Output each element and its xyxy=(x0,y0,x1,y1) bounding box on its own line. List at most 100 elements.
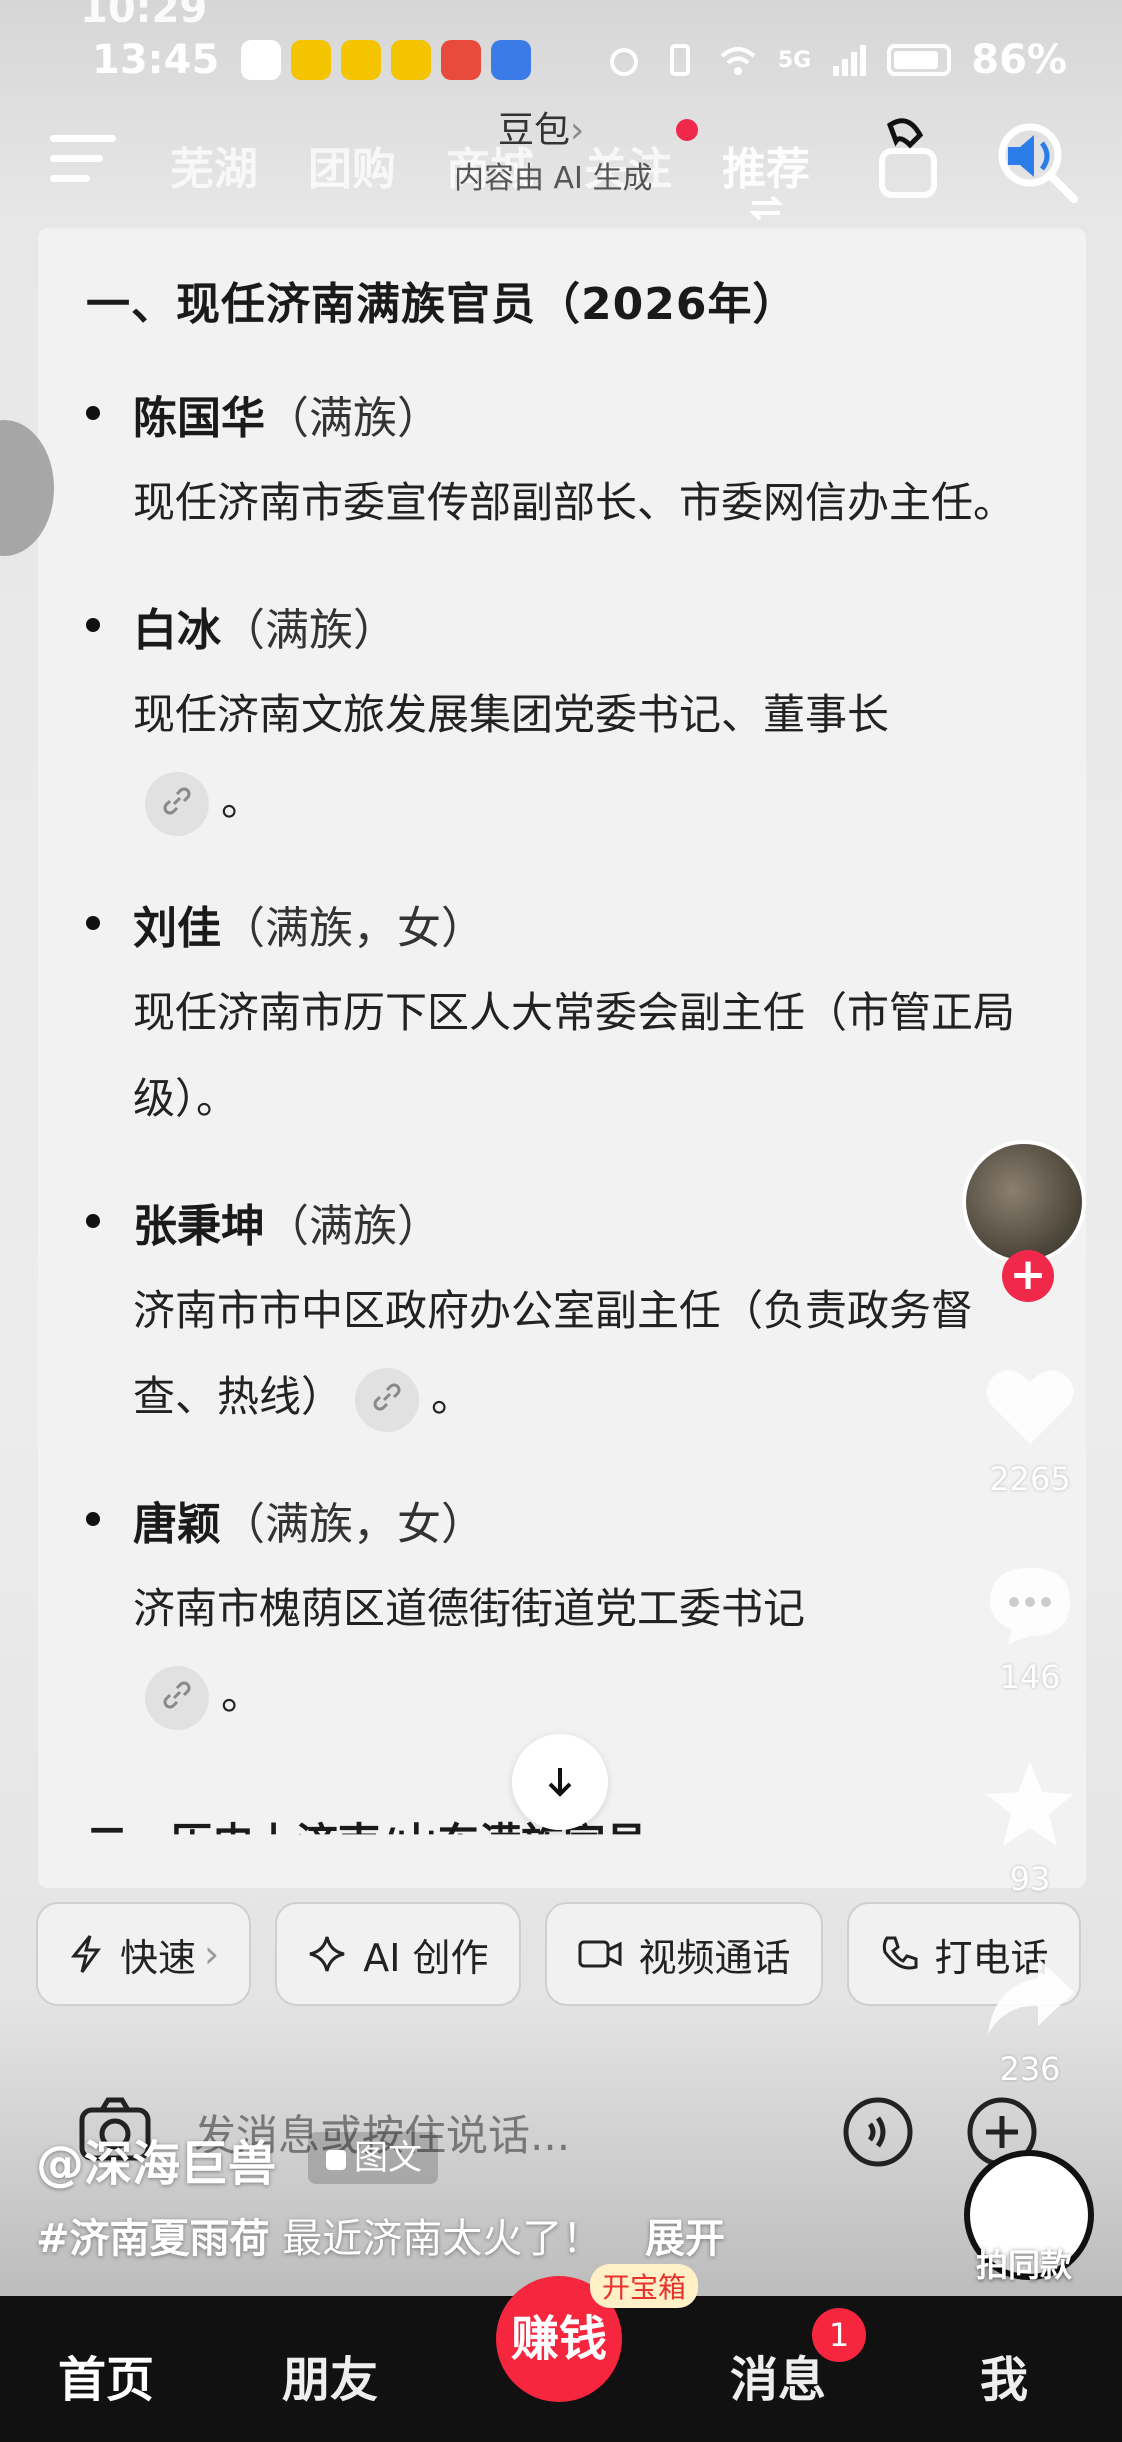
assistant-title[interactable]: 豆包› xyxy=(498,101,584,153)
chip-label: 视频通话 xyxy=(638,1935,791,1980)
tab-recommend[interactable]: 推荐 xyxy=(722,133,810,197)
phone-icon xyxy=(882,1936,918,1970)
sparkle-icon xyxy=(309,1936,345,1972)
like-button[interactable]: 2265 xyxy=(960,1362,1100,1498)
wifi-icon xyxy=(720,47,756,75)
image-text-icon xyxy=(326,2150,346,2170)
network-type: 5G xyxy=(777,47,812,73)
hashtag-link[interactable]: #济南夏雨荷 xyxy=(36,2216,270,2262)
same-style-button[interactable]: 拍同款 xyxy=(976,2240,1072,2286)
battery-level: 86% xyxy=(971,37,1067,83)
game-app-icon xyxy=(441,40,482,80)
ai-generated-note: 内容由 AI 生成 xyxy=(454,161,653,196)
share-arrow-icon xyxy=(988,1958,1074,2034)
heart-icon xyxy=(986,1370,1074,1444)
section-title: 一、现任济南满族官员（2026年） xyxy=(86,279,798,330)
share-button[interactable]: 236 xyxy=(960,1952,1100,2088)
comment-button[interactable]: 146 xyxy=(960,1560,1100,1696)
share-count: 236 xyxy=(999,2050,1061,2088)
signal-icon xyxy=(833,45,867,76)
tab-groupbuy[interactable]: 团购 xyxy=(308,133,396,197)
desc-tail: 。 xyxy=(221,1670,264,1719)
official-desc: 现任济南市历下区人大常委会副主任（市管正局级）。 xyxy=(133,988,1016,1123)
battery-icon xyxy=(887,44,952,76)
notification-app-icon xyxy=(241,40,282,80)
voice-icon[interactable] xyxy=(842,2096,914,2168)
official-tag: （满族，女） xyxy=(221,1499,485,1550)
speaker-search-icon[interactable] xyxy=(990,115,1086,211)
like-count: 2265 xyxy=(989,1460,1071,1498)
official-desc: 济南市市中区政府办公室副主任（负责政务督查、热线） xyxy=(133,1286,974,1421)
favorite-count: 93 xyxy=(1009,1860,1051,1898)
comment-icon xyxy=(990,1568,1070,1644)
weibo-icon xyxy=(391,40,432,80)
official-tag: （满族） xyxy=(221,605,397,656)
expand-button[interactable]: 展开 xyxy=(645,2216,725,2262)
official-desc: 济南市槐荫区道德街街道党工委书记 xyxy=(133,1584,806,1633)
notification-dot xyxy=(676,119,698,141)
official-name: 刘佳 xyxy=(133,903,221,954)
chat-content-card[interactable]: 一、现任济南满族官员（2026年） 陈国华（满族） 现任济南市委宣传部副部长、市… xyxy=(38,228,1086,1888)
treasure-box-badge[interactable]: 开宝箱 xyxy=(590,2264,699,2308)
arrow-down-icon xyxy=(548,1768,572,1797)
quick-button[interactable]: 快速 › xyxy=(36,1902,252,2006)
vibrate-icon xyxy=(669,44,690,76)
list-item: 白冰（满族） 现任济南文旅发展集团党委书记、董事长。 xyxy=(86,594,1056,844)
official-name: 陈国华 xyxy=(133,393,265,444)
link-icon[interactable] xyxy=(145,1665,209,1730)
official-name: 张秉坤 xyxy=(133,1201,265,1252)
chip-label: 快速 xyxy=(120,1935,197,1980)
link-icon[interactable] xyxy=(355,1367,420,1432)
list-item: 刘佳（满族，女） 现任济南市历下区人大常委会副主任（市管正局级）。 xyxy=(86,892,1056,1142)
nav-me[interactable]: 我 xyxy=(980,2340,1028,2410)
official-tag: （满族） xyxy=(265,393,441,444)
swap-icon xyxy=(749,195,783,221)
favorite-button[interactable]: 93 xyxy=(960,1758,1100,1898)
phone-call-icon[interactable] xyxy=(870,115,946,205)
nav-messages[interactable]: 消息 xyxy=(730,2340,826,2410)
post-type-badge: 图文 xyxy=(308,2132,438,2184)
status-bar: 13:45 5G 86% xyxy=(92,30,1067,90)
star-icon xyxy=(986,1762,1074,1846)
chip-label: AI 创作 xyxy=(363,1935,489,1980)
comment-count: 146 xyxy=(999,1658,1061,1696)
article-body: 一、现任济南满族官员（2026年） 陈国华（满族） 现任济南市委宣传部副部长、市… xyxy=(86,268,1056,1786)
desc-tail: 。 xyxy=(221,776,264,825)
official-desc: 现任济南文旅发展集团党委书记、董事长 xyxy=(133,690,890,739)
bottom-nav: 首页 朋友 赚钱 开宝箱 消息 1 我 xyxy=(0,2264,1122,2442)
status-right: 5G 86% xyxy=(606,37,1067,83)
weibo-icon xyxy=(291,40,332,80)
ghost-status-time: 10:29 xyxy=(80,0,208,32)
post-caption: #济南夏雨荷 最近济南太火了！ 展开 xyxy=(36,2206,725,2264)
weibo-icon xyxy=(341,40,382,80)
status-time: 13:45 xyxy=(92,37,220,83)
list-item: 陈国华（满族） 现任济南市委宣传部副部长、市委网信办主任。 xyxy=(86,382,1056,546)
link-icon[interactable] xyxy=(145,771,209,836)
official-desc: 现任济南市委宣传部副部长、市委网信办主任。 xyxy=(133,478,1016,527)
official-name: 唐颖 xyxy=(133,1499,221,1550)
official-name: 白冰 xyxy=(133,605,221,656)
list-item: 张秉坤（满族） 济南市市中区政府办公室副主任（负责政务督查、热线）。 xyxy=(86,1190,1056,1440)
video-call-button[interactable]: 视频通话 xyxy=(544,1902,823,2006)
alarm-icon xyxy=(609,48,638,76)
browser-app-icon xyxy=(491,40,532,80)
scroll-down-button[interactable] xyxy=(512,1734,608,1830)
video-icon xyxy=(578,1940,622,1968)
top-nav: 芜湖 团购 商城 关注 推荐 豆包› 内容由 AI 生成 xyxy=(0,95,1122,225)
lightning-icon xyxy=(70,1935,101,1973)
nav-friends[interactable]: 朋友 xyxy=(282,2340,378,2410)
messages-count-badge: 1 xyxy=(812,2308,866,2362)
desc-tail: 。 xyxy=(431,1372,474,1421)
nav-home[interactable]: 首页 xyxy=(58,2340,154,2410)
quick-actions: 快速 › AI 创作 视频通话 打电话 xyxy=(36,1902,1081,2006)
follow-button[interactable]: + xyxy=(1002,1250,1054,1302)
tab-wuhu[interactable]: 芜湖 xyxy=(170,133,258,197)
author-name[interactable]: @深海巨兽 xyxy=(36,2124,276,2194)
official-tag: （满族，女） xyxy=(221,903,485,954)
menu-icon[interactable] xyxy=(50,135,116,187)
official-tag: （满族） xyxy=(265,1201,441,1252)
author-avatar[interactable] xyxy=(962,1140,1086,1264)
ai-create-button[interactable]: AI 创作 xyxy=(275,1902,521,2006)
screen: 10:29 13:45 5G 86% 芜湖 团购 商城 关注 推荐 豆包› 内容… xyxy=(0,0,1122,2442)
list-item: 唐颖（满族，女） 济南市槐荫区道德街街道党工委书记。 xyxy=(86,1488,1056,1738)
